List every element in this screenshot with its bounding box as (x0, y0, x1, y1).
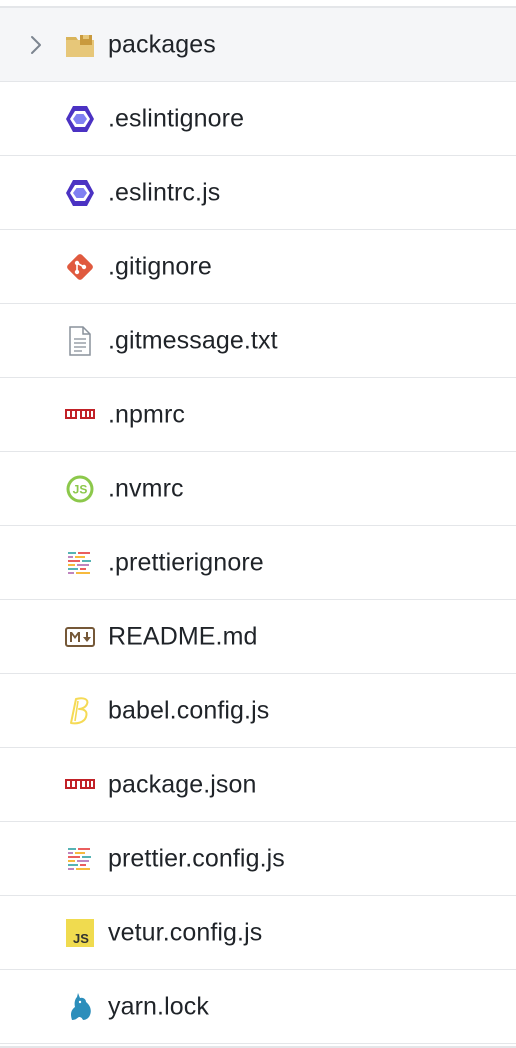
text-file-icon (64, 325, 96, 357)
chevron-right-icon[interactable] (28, 35, 44, 55)
tree-top-border (0, 0, 516, 8)
file-row[interactable]: .prettierignore (0, 526, 516, 600)
file-row[interactable]: prettier.config.js (0, 822, 516, 896)
file-label: .npmrc (108, 400, 186, 428)
markdown-icon (64, 621, 96, 653)
eslint-icon (64, 103, 96, 135)
folder-row-packages[interactable]: packages (0, 8, 516, 82)
file-row[interactable]: yarn.lock (0, 970, 516, 1044)
file-row[interactable]: babel.config.js (0, 674, 516, 748)
prettier-icon (64, 843, 96, 875)
file-tree: packages .eslintignore .eslintrc.js .git… (0, 0, 516, 1048)
svg-text:JS: JS (73, 931, 89, 946)
file-label: .gitignore (108, 252, 212, 280)
npm-icon (64, 399, 96, 431)
file-label: README.md (108, 622, 258, 650)
file-row[interactable]: README.md (0, 600, 516, 674)
nodejs-icon: JS (64, 473, 96, 505)
git-icon (64, 251, 96, 283)
file-label: .prettierignore (108, 548, 264, 576)
file-row[interactable]: .eslintignore (0, 82, 516, 156)
file-label: prettier.config.js (108, 844, 285, 872)
file-row[interactable]: JS vetur.config.js (0, 896, 516, 970)
file-row[interactable]: .gitignore (0, 230, 516, 304)
file-label: package.json (108, 770, 257, 798)
file-label: .eslintignore (108, 104, 245, 132)
file-label: .eslintrc.js (108, 178, 221, 206)
file-label: .gitmessage.txt (108, 326, 278, 354)
file-row[interactable]: .npmrc (0, 378, 516, 452)
file-label: yarn.lock (108, 992, 209, 1020)
file-row[interactable]: JS .nvmrc (0, 452, 516, 526)
babel-icon (64, 695, 96, 727)
eslint-icon (64, 177, 96, 209)
file-label: babel.config.js (108, 696, 270, 724)
file-label: vetur.config.js (108, 918, 263, 946)
file-row[interactable]: package.json (0, 748, 516, 822)
file-row[interactable]: .eslintrc.js (0, 156, 516, 230)
file-label: .nvmrc (108, 474, 184, 502)
prettier-icon (64, 547, 96, 579)
javascript-icon: JS (64, 917, 96, 949)
svg-text:JS: JS (73, 482, 88, 496)
folder-label: packages (108, 30, 216, 58)
file-row[interactable]: .gitmessage.txt (0, 304, 516, 378)
yarn-icon (64, 991, 96, 1023)
package-folder-icon (64, 29, 96, 61)
npm-icon (64, 769, 96, 801)
